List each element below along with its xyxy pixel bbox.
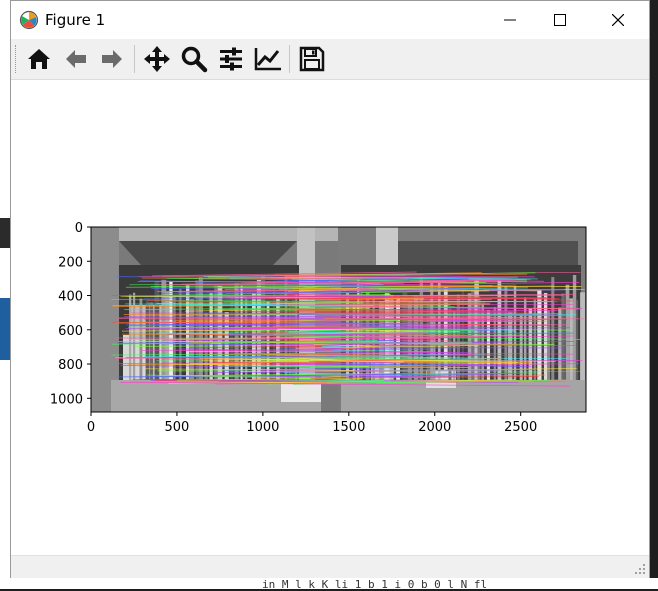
figure-window: Figure 1	[10, 0, 650, 578]
book-spine	[252, 293, 256, 380]
x-tick-label: 1500	[332, 420, 365, 435]
forward-arrow-icon	[99, 46, 125, 72]
y-tick-label: 800	[58, 358, 83, 373]
toolbar-separator	[289, 45, 290, 73]
plot-svg: 0 500 1000 1500 2000 2500 0 200 400 600 800 1000	[11, 80, 649, 555]
navigation-toolbar	[11, 39, 649, 80]
y-tick-label: 1000	[50, 392, 83, 407]
x-tick-label: 2000	[418, 420, 451, 435]
save-floppy-icon	[299, 46, 325, 72]
matplotlib-logo-icon	[19, 10, 39, 30]
book-spine	[292, 300, 295, 380]
book-spine	[186, 285, 189, 380]
y-axis-ticks: 0 200 400 600 800 1000	[50, 221, 91, 407]
book-spine	[551, 277, 554, 380]
y-tick-label: 0	[75, 221, 83, 236]
back-button[interactable]	[60, 43, 92, 75]
book-spine	[129, 295, 131, 380]
pan-move-icon	[143, 45, 171, 73]
maximize-button[interactable]	[537, 1, 583, 39]
x-tick-label: 1000	[246, 420, 279, 435]
minimize-button[interactable]	[487, 1, 533, 39]
toolbar-grip[interactable]	[15, 45, 18, 73]
configure-subplots-button[interactable]	[215, 43, 247, 75]
minimize-icon	[504, 14, 516, 26]
figure-canvas[interactable]: 0 500 1000 1500 2000 2500 0 200 400 600 800 1000	[11, 80, 649, 555]
home-button[interactable]	[23, 43, 55, 75]
y-tick-label: 400	[58, 290, 83, 305]
toolbar-separator	[134, 45, 135, 73]
background-code-line: in M l k K li 1 b 1 i 0 b 0 l N fl	[262, 578, 487, 591]
matched-image-pair	[91, 227, 586, 412]
book-spine	[573, 275, 576, 380]
x-tick-label: 500	[165, 420, 190, 435]
home-icon	[26, 46, 52, 72]
resize-grip-icon[interactable]	[634, 563, 646, 575]
status-bar	[11, 555, 649, 578]
book-spine	[580, 292, 585, 380]
zoom-button[interactable]	[178, 43, 210, 75]
book-spine	[537, 290, 541, 380]
close-button[interactable]	[595, 1, 641, 39]
book-spine	[165, 292, 169, 380]
book-spine	[576, 300, 578, 380]
window-title: Figure 1	[45, 11, 105, 29]
close-icon	[612, 14, 624, 26]
zoom-magnifier-icon	[180, 45, 208, 73]
back-arrow-icon	[63, 46, 89, 72]
edit-axis-button[interactable]	[252, 43, 284, 75]
title-bar[interactable]: Figure 1	[11, 1, 649, 39]
book-spine	[566, 285, 570, 380]
y-tick-label: 200	[58, 255, 83, 270]
pan-button[interactable]	[141, 43, 173, 75]
book-spine	[558, 308, 562, 380]
forward-button[interactable]	[96, 43, 128, 75]
book-spine	[561, 294, 564, 380]
edit-axis-icon	[254, 46, 282, 72]
x-tick-label: 0	[87, 420, 95, 435]
maximize-icon	[554, 14, 566, 26]
x-axis-ticks: 0 500 1000 1500 2000 2500	[87, 412, 537, 435]
save-button[interactable]	[296, 43, 328, 75]
x-tick-label: 2500	[504, 420, 537, 435]
book-spine	[534, 299, 536, 380]
configure-subplots-icon	[218, 46, 244, 72]
y-tick-label: 600	[58, 324, 83, 339]
